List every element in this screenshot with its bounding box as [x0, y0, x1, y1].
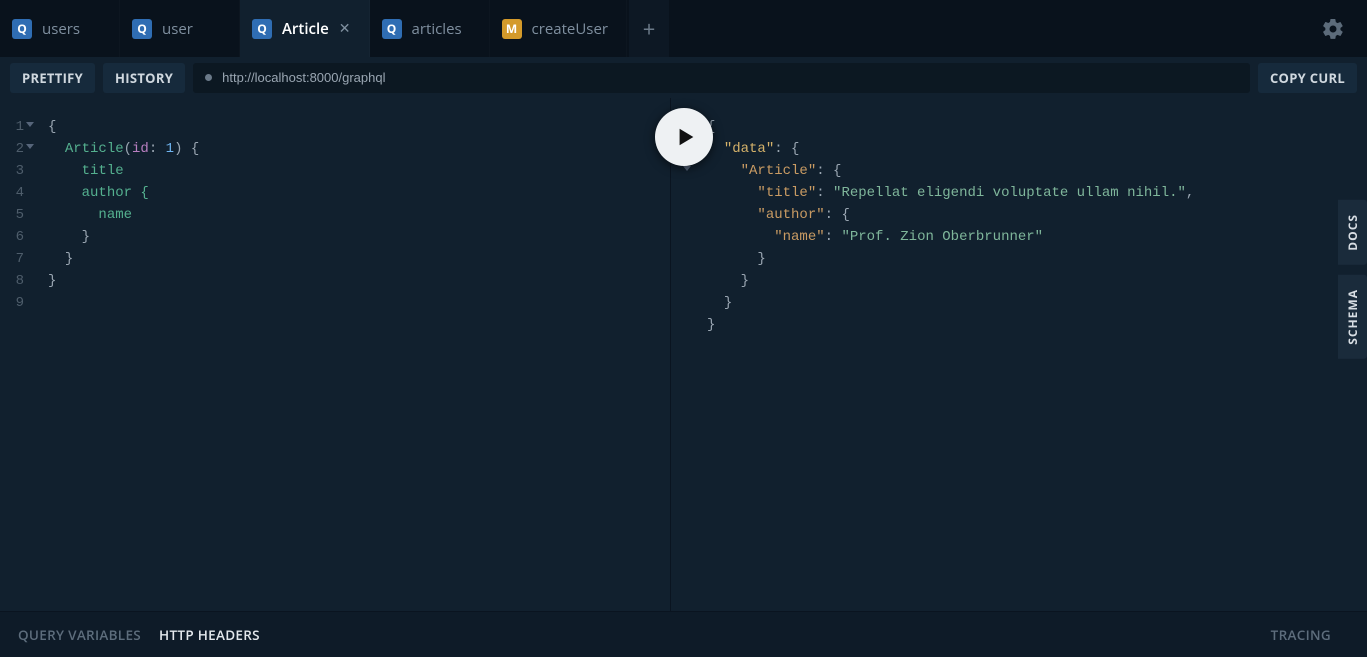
query-badge-icon: Q: [132, 19, 152, 39]
execute-button[interactable]: [655, 108, 713, 166]
query-editor[interactable]: 1 2 3456789 { Article(id: 1) { title aut…: [0, 98, 671, 611]
tab-users[interactable]: Q users: [0, 0, 120, 57]
endpoint-field[interactable]: [193, 63, 1250, 93]
response-viewer[interactable]: { "data": { "Article": { "title": "Repel…: [671, 98, 1367, 611]
toolbar: PRETTIFY HISTORY COPY CURL: [0, 57, 1367, 98]
tracing-tab[interactable]: TRACING: [1271, 626, 1331, 644]
side-rail: DOCS SCHEMA: [1338, 200, 1367, 358]
line-gutter: 1 2 3456789: [0, 116, 32, 611]
status-dot-icon: [205, 74, 212, 81]
add-tab-button[interactable]: +: [629, 0, 669, 57]
tab-label: articles: [412, 19, 462, 39]
query-code[interactable]: { Article(id: 1) { title author { name }…: [32, 116, 199, 611]
tab-strip: Q users Q user Q Article ✕ Q articles M …: [0, 0, 669, 57]
mutation-badge-icon: M: [502, 19, 522, 39]
tab-label: users: [42, 19, 80, 39]
tab-create-user[interactable]: M createUser: [490, 0, 627, 57]
spacer: [669, 0, 1321, 57]
http-headers-tab[interactable]: HTTP HEADERS: [159, 626, 260, 644]
gear-icon: [1321, 17, 1345, 41]
docs-button[interactable]: DOCS: [1338, 200, 1367, 265]
copy-curl-button[interactable]: COPY CURL: [1258, 63, 1357, 93]
tab-label: createUser: [532, 19, 608, 39]
query-badge-icon: Q: [252, 19, 272, 39]
response-json: { "data": { "Article": { "title": "Repel…: [707, 116, 1194, 611]
close-icon[interactable]: ✕: [339, 19, 351, 38]
history-button[interactable]: HISTORY: [103, 63, 185, 93]
work-area: 1 2 3456789 { Article(id: 1) { title aut…: [0, 98, 1367, 611]
fold-icon[interactable]: [26, 144, 34, 149]
endpoint-input[interactable]: [222, 70, 1238, 85]
fold-icon[interactable]: [683, 166, 691, 171]
tab-article[interactable]: Q Article ✕: [240, 0, 370, 57]
tab-user[interactable]: Q user: [120, 0, 240, 57]
play-icon: [675, 126, 697, 148]
tab-articles[interactable]: Q articles: [370, 0, 490, 57]
schema-button[interactable]: SCHEMA: [1338, 275, 1367, 359]
prettify-button[interactable]: PRETTIFY: [10, 63, 95, 93]
query-badge-icon: Q: [12, 19, 32, 39]
tab-label: Article: [282, 19, 329, 39]
tab-label: user: [162, 19, 193, 39]
query-badge-icon: Q: [382, 19, 402, 39]
fold-icon[interactable]: [26, 122, 34, 127]
query-variables-tab[interactable]: QUERY VARIABLES: [18, 626, 141, 644]
bottom-bar: QUERY VARIABLES HTTP HEADERS TRACING: [0, 611, 1367, 657]
settings-button[interactable]: [1321, 17, 1345, 41]
response-gutter: [697, 116, 707, 611]
top-bar: Q users Q user Q Article ✕ Q articles M …: [0, 0, 1367, 57]
